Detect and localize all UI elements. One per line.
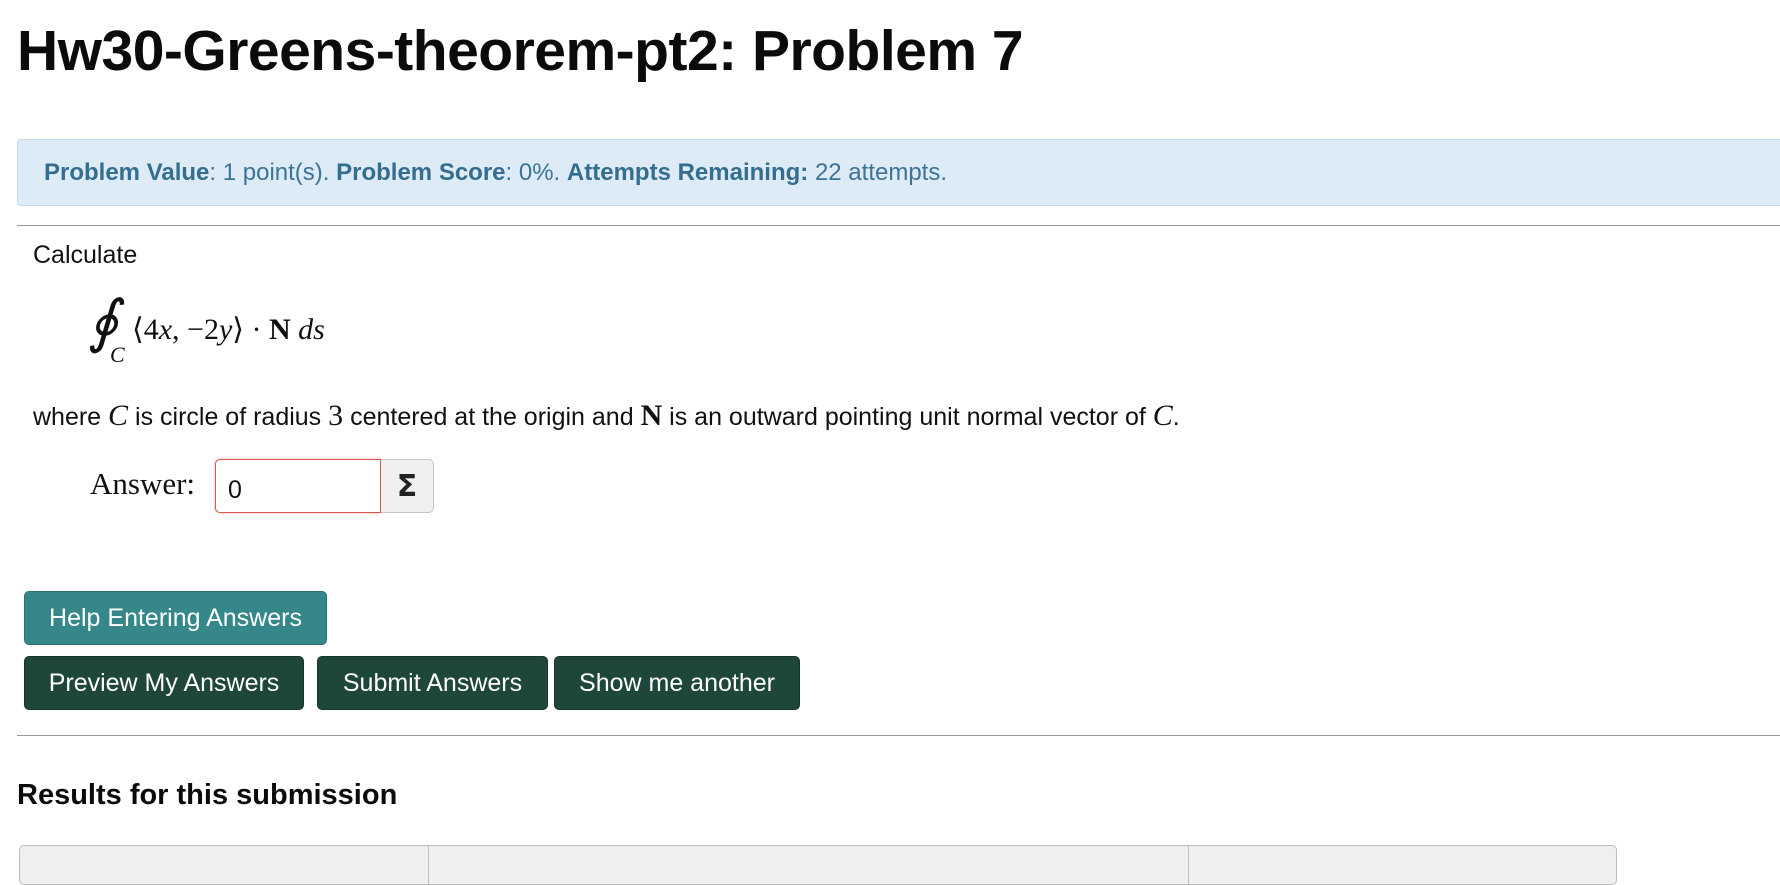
show-another-button[interactable]: Show me another (554, 656, 800, 710)
sigma-icon: Σ (396, 468, 418, 504)
integrand: ⟨4x, −2y⟩ · N ds (132, 313, 325, 346)
integral-subscript: C (110, 342, 125, 367)
help-entering-answers-button[interactable]: Help Entering Answers (24, 591, 327, 645)
top-divider (17, 225, 1780, 226)
problem-intro: Calculate (33, 241, 138, 269)
answer-label: Answer: (90, 466, 196, 501)
bottom-divider (17, 735, 1780, 736)
attempts-remaining-text: 22 attempts. (814, 158, 948, 186)
results-column-divider (1188, 846, 1189, 884)
problem-value-label: Problem Value (44, 158, 210, 186)
problem-score-text: : 0%. (505, 158, 561, 186)
results-table-header (19, 845, 1617, 885)
problem-info-bar: Problem Value: 1 point(s). Problem Score… (17, 139, 1780, 206)
problem-description: where C is circle of radius 3 centered a… (33, 399, 1180, 432)
results-heading: Results for this submission (17, 779, 398, 811)
answer-input[interactable] (215, 459, 381, 513)
attempts-remaining-label: Attempts Remaining: (566, 158, 809, 186)
problem-value-text: : 1 point(s). (209, 158, 330, 186)
equation-editor-button[interactable]: Σ (381, 459, 434, 513)
submit-answers-button[interactable]: Submit Answers (317, 656, 548, 710)
problem-score-label: Problem Score (336, 158, 506, 186)
results-column-divider (428, 846, 429, 884)
preview-answers-button[interactable]: Preview My Answers (24, 656, 304, 710)
page-title: Hw30-Greens-theorem-pt2: Problem 7 (17, 19, 1024, 83)
integral-formula: ∮ C ⟨4x, −2y⟩ · N ds (88, 292, 448, 372)
